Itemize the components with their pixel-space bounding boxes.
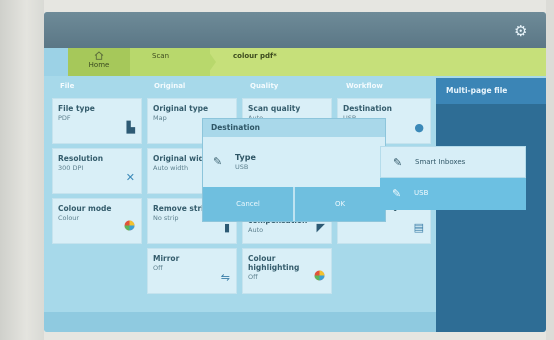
tile-title: Original type [153, 104, 209, 113]
tile-title: Destination [343, 104, 392, 113]
strip-icon: ▮ [223, 221, 230, 234]
pencil-icon: ✎ [392, 187, 402, 200]
device-bezel-left [0, 0, 44, 340]
tile-value: 300 DPI [58, 164, 84, 172]
pencil-icon: ✎ [393, 156, 403, 169]
option-label: Smart Inboxes [415, 158, 466, 166]
column-header-original: Original [154, 82, 186, 90]
tile-colour-mode[interactable]: Colour mode Colour [52, 198, 142, 244]
side-panel-title[interactable]: Multi-page file [436, 78, 546, 104]
touch-screen: ⚙ Home Scan colour pdf* File Original Qu… [44, 12, 546, 332]
document-icon: ▙ [126, 121, 135, 134]
home-icon [94, 51, 104, 60]
tile-title: Resolution [58, 154, 104, 163]
resize-icon: ✕ [125, 171, 135, 184]
compensation-icon: ◤ [316, 221, 325, 234]
tile-title: File type [58, 104, 95, 113]
top-bar: ⚙ [44, 12, 546, 48]
breadcrumb-document-label: colour pdf* [233, 52, 277, 60]
breadcrumb-scan[interactable]: Scan [130, 48, 210, 76]
printer-icon: ▤ [413, 221, 424, 234]
tile-value: Auto [248, 226, 264, 234]
mirror-icon: ⇋ [220, 271, 230, 284]
dialog-type-label: Type [235, 153, 256, 162]
tile-colour-highlighting[interactable]: Colour highlighting Off [242, 248, 332, 294]
breadcrumb-document: colour pdf* [233, 48, 277, 76]
gear-icon[interactable]: ⚙ [514, 23, 530, 39]
breadcrumb-home[interactable]: Home [68, 48, 130, 76]
cancel-button[interactable]: Cancel [203, 187, 293, 221]
colour-wheel-icon [314, 270, 325, 283]
column-header-workflow: Workflow [346, 82, 383, 90]
colour-wheel-icon [124, 220, 135, 233]
tile-title: Colour mode [58, 204, 112, 213]
tile-title: Scan quality [248, 104, 301, 113]
option-usb[interactable]: ✎ USB [380, 178, 526, 210]
dialog-type-value: USB [235, 163, 249, 171]
column-header-quality: Quality [250, 82, 279, 90]
device-bezel-right [546, 0, 554, 340]
dialog-type-row[interactable]: ✎ Type USB [203, 137, 385, 187]
tile-title: Mirror [153, 254, 180, 263]
tile-file-type[interactable]: File type PDF ▙ [52, 98, 142, 144]
breadcrumb: Home Scan colour pdf* [68, 48, 546, 76]
tile-resolution[interactable]: Resolution 300 DPI ✕ [52, 148, 142, 194]
column-header-file: File [60, 82, 75, 90]
breadcrumb-separator [206, 48, 216, 76]
breadcrumb-scan-label: Scan [152, 52, 170, 60]
dialog-title: Destination [203, 119, 385, 137]
tile-value: PDF [58, 114, 71, 122]
option-label: USB [414, 189, 429, 197]
location-pin-icon: ● [414, 121, 424, 134]
pencil-icon: ✎ [213, 155, 223, 168]
breadcrumb-home-label: Home [88, 61, 110, 69]
option-smart-inboxes[interactable]: ✎ Smart Inboxes [380, 146, 526, 178]
tile-mirror[interactable]: Mirror Off ⇋ [147, 248, 237, 294]
tile-value: Off [153, 264, 163, 272]
destination-dialog: Destination ✎ Type USB Cancel OK [202, 118, 386, 222]
ok-button[interactable]: OK [295, 187, 385, 221]
